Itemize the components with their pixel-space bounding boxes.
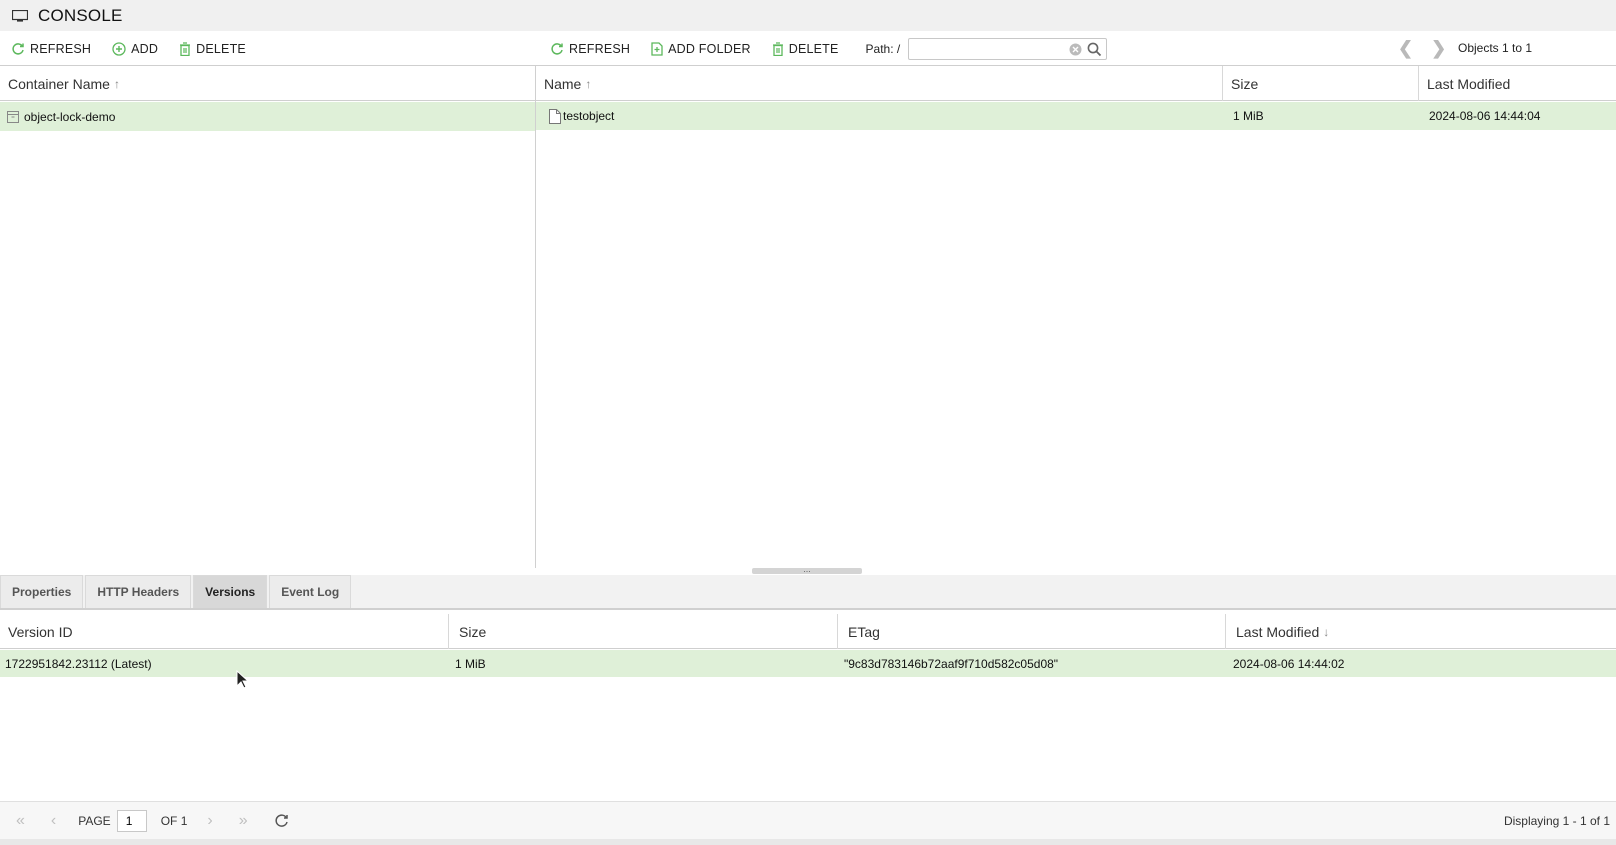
title-bar: CONSOLE (0, 0, 1616, 31)
containers-grid: Container Name ↑ object-lock-demo (0, 65, 536, 568)
add-folder-button[interactable]: ADD FOLDER (651, 42, 751, 56)
refresh-label: REFRESH (30, 41, 92, 56)
add-folder-label: ADD FOLDER (668, 41, 751, 56)
delete-object-button[interactable]: DELETE (772, 42, 839, 56)
versions-pager: « ‹ PAGE OF 1 › » Displaying 1 - 1 of 1 (0, 801, 1616, 839)
bottom-strip (0, 839, 1616, 845)
container-name: object-lock-demo (24, 109, 116, 124)
object-modified-header-label: Last Modified (1427, 75, 1511, 92)
version-size: 1 MiB (455, 656, 486, 671)
refresh-objects-button[interactable]: REFRESH (550, 42, 630, 56)
container-name-header-label: Container Name (8, 75, 110, 92)
version-etag-header-label: ETag (848, 623, 880, 640)
container-icon (7, 110, 19, 123)
version-modified-header-label: Last Modified (1236, 623, 1320, 640)
tab-event-log[interactable]: Event Log (269, 575, 352, 608)
prev-page-icon[interactable]: ‹ (51, 812, 56, 830)
previous-page-button[interactable]: ❮ (1398, 38, 1413, 59)
refresh-icon (12, 42, 24, 55)
refresh-label: REFRESH (569, 41, 631, 56)
refresh-icon (551, 42, 563, 55)
search-icon[interactable] (1087, 42, 1102, 57)
object-name-header-label: Name (544, 75, 582, 92)
path-input[interactable] (909, 38, 1060, 59)
objects-count: Objects 1 to 1 (1458, 41, 1533, 55)
refresh-containers-button[interactable]: REFRESH (11, 42, 91, 56)
path-label: Path: / (865, 41, 901, 56)
objects-grid: Name ↑ Size Last Modified testobject 1 M… (536, 65, 1616, 568)
sort-desc-icon: ↓ (1323, 624, 1330, 639)
monitor-icon (12, 9, 28, 22)
page-label: PAGE (78, 813, 111, 828)
version-id: 1722951842.23112 (Latest) (5, 656, 152, 671)
first-page-icon[interactable]: « (16, 812, 25, 830)
trash-icon (772, 41, 783, 56)
object-size: 1 MiB (1233, 109, 1264, 123)
sort-asc-icon: ↑ (113, 76, 120, 91)
add-folder-icon (651, 41, 663, 56)
container-row[interactable]: object-lock-demo (0, 102, 535, 131)
container-name-column-header[interactable]: Container Name ↑ (0, 66, 535, 101)
version-id-column-header[interactable]: Version ID (0, 614, 449, 649)
page-number-input[interactable] (116, 809, 147, 832)
version-etag: "9c83d783146b72aaf9f710d582c05d08" (844, 656, 1059, 671)
object-modified-column-header[interactable]: Last Modified (1419, 66, 1616, 101)
tab-versions[interactable]: Versions (193, 575, 268, 608)
clear-icon[interactable] (1069, 43, 1082, 56)
object-name-column-header[interactable]: Name ↑ (536, 66, 1223, 101)
page-title: CONSOLE (38, 5, 123, 25)
version-size-header-label: Size (459, 623, 487, 640)
object-row[interactable]: testobject 1 MiB 2024-08-06 14:44:04 (536, 102, 1616, 130)
next-page-icon[interactable]: › (207, 812, 212, 830)
panel-splitter[interactable]: ... (752, 565, 862, 574)
plus-circle-icon (112, 41, 126, 56)
reload-icon[interactable] (274, 813, 289, 828)
versions-grid-header: Version ID Size ETag Last Modified ↓ (0, 614, 1616, 649)
object-modified: 2024-08-06 14:44:04 (1429, 109, 1541, 123)
file-icon (549, 108, 561, 124)
mouse-cursor-icon (236, 670, 250, 689)
delete-label: DELETE (196, 41, 246, 56)
version-size-column-header[interactable]: Size (449, 614, 838, 649)
version-modified: 2024-08-06 14:44:02 (1233, 656, 1345, 671)
tab-http-headers[interactable]: HTTP Headers (85, 575, 192, 608)
last-page-icon[interactable]: » (239, 812, 248, 830)
path-field (908, 37, 1108, 60)
objects-grid-header: Name ↑ Size Last Modified (536, 66, 1616, 101)
details-tab-bar: Properties HTTP Headers Versions Event L… (0, 575, 1616, 610)
sort-asc-icon: ↑ (585, 76, 592, 91)
add-label: ADD (131, 41, 159, 56)
containers-toolbar: REFRESH ADD DELETE (0, 31, 536, 66)
object-size-column-header[interactable]: Size (1223, 66, 1419, 101)
version-id-header-label: Version ID (8, 623, 73, 640)
trash-icon (180, 41, 191, 56)
version-modified-column-header[interactable]: Last Modified ↓ (1226, 614, 1616, 649)
delete-container-button[interactable]: DELETE (179, 42, 246, 56)
version-etag-column-header[interactable]: ETag (838, 614, 1226, 649)
object-size-header-label: Size (1231, 75, 1259, 92)
tab-properties[interactable]: Properties (0, 575, 84, 608)
add-container-button[interactable]: ADD (112, 42, 158, 56)
object-name: testobject (563, 109, 615, 123)
delete-label: DELETE (788, 41, 839, 56)
object-pagination-arrows: ❮ ❯ (1398, 31, 1464, 66)
display-count: Displaying 1 - 1 of 1 (1503, 814, 1610, 828)
next-page-button[interactable]: ❯ (1431, 38, 1446, 59)
versions-grid: Version ID Size ETag Last Modified ↓ 172… (0, 614, 1616, 800)
containers-grid-header: Container Name ↑ (0, 66, 535, 101)
page-total: OF 1 (160, 813, 188, 828)
